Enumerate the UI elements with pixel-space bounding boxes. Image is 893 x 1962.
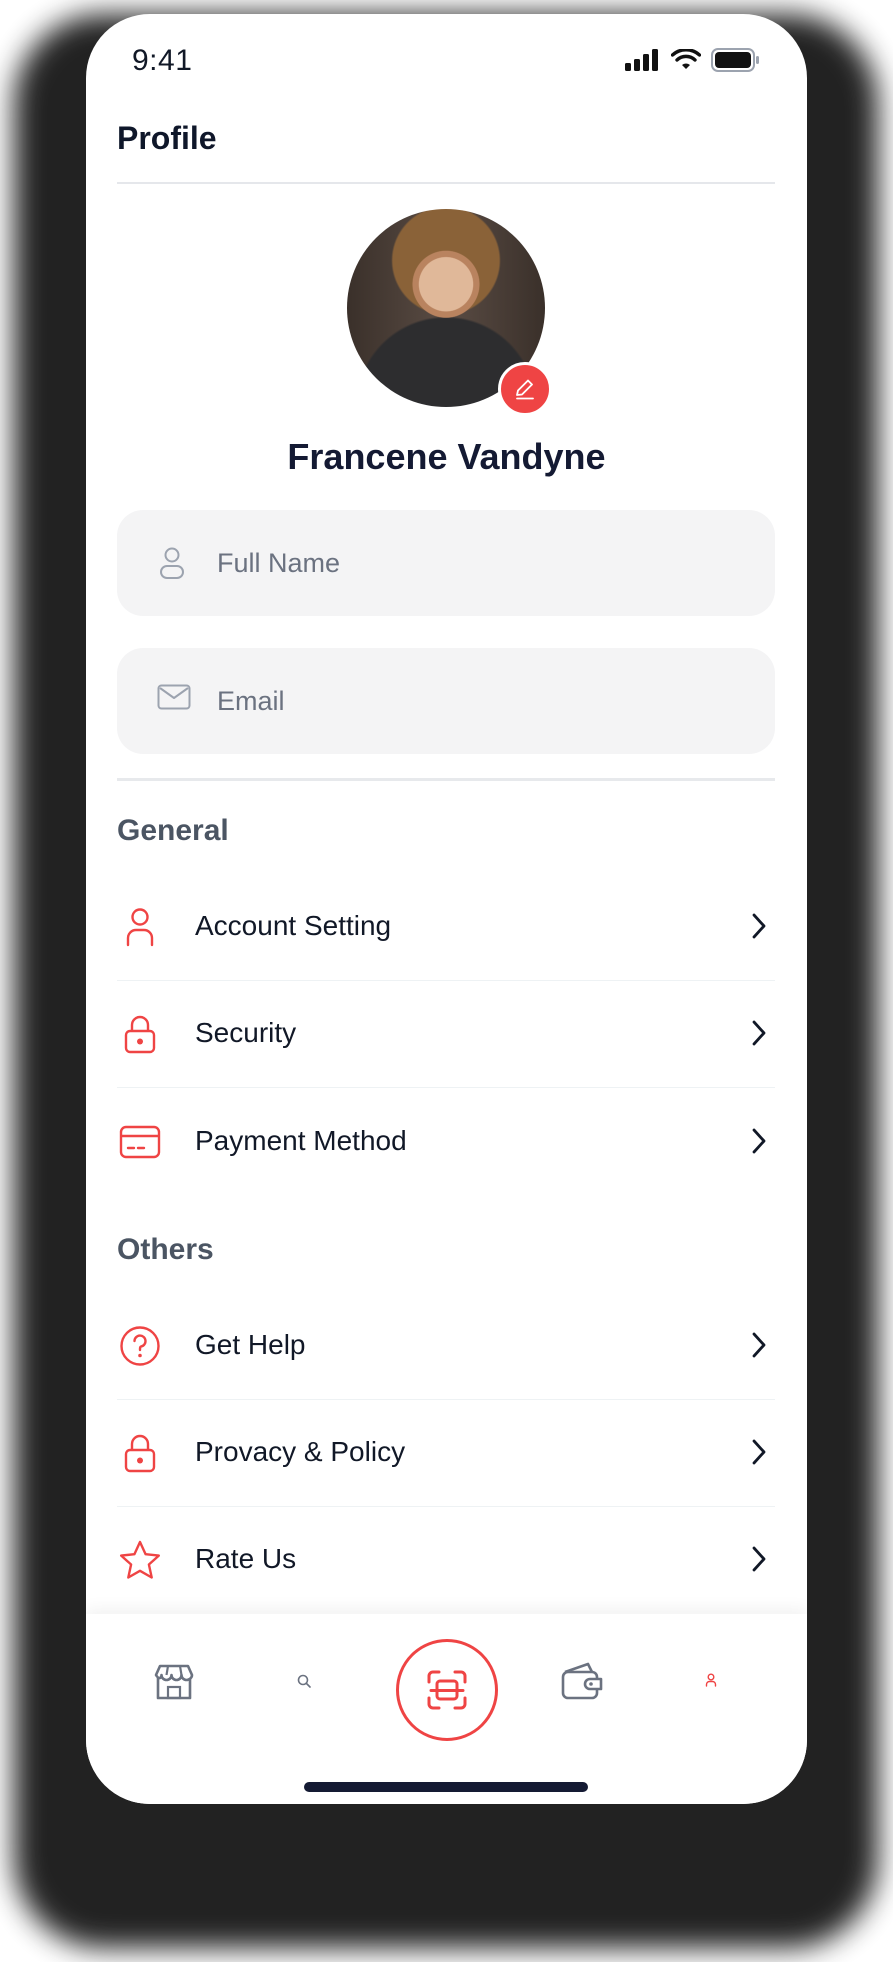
chevron-right-icon: [752, 1020, 766, 1046]
chevron-right-icon: [752, 1546, 766, 1572]
mail-icon: [157, 684, 191, 710]
status-bar: 9:41: [86, 14, 807, 114]
chevron-right-icon: [752, 913, 766, 939]
form-divider: [117, 778, 775, 781]
page-title: Profile: [117, 120, 217, 156]
status-icons: [625, 48, 761, 72]
menu-item-payment-method[interactable]: Payment Method: [117, 1089, 775, 1195]
scan-icon: [427, 1670, 467, 1710]
menu-item-label: Get Help: [195, 1329, 306, 1360]
menu-item-label: Provacy & Policy: [195, 1436, 406, 1467]
pencil-icon: [516, 379, 534, 400]
phone-screen: 9:41 Profile Francene Vandyne Full Name …: [86, 14, 807, 1804]
full-name-placeholder: Full Name: [217, 548, 341, 578]
section-others-title: Others: [117, 1233, 214, 1266]
menu-item-label: Security: [195, 1017, 297, 1048]
user-icon: [126, 908, 154, 947]
user-icon: [160, 547, 184, 579]
signal-icon: [625, 49, 658, 71]
star-icon: [120, 1540, 160, 1579]
section-general-title: General: [117, 814, 229, 847]
wifi-icon: [671, 49, 701, 69]
profile-name: Francene Vandyne: [287, 436, 606, 477]
home-indicator: [304, 1782, 588, 1792]
email-field[interactable]: Email: [117, 648, 775, 754]
help-circle-icon: [120, 1326, 160, 1366]
menu-item-label: Rate Us: [195, 1543, 297, 1574]
bottom-tab-bar: [86, 1614, 807, 1804]
menu-item-security[interactable]: Security: [117, 981, 775, 1087]
menu-item-label: Account Setting: [195, 910, 392, 941]
tab-profile[interactable]: [701, 1670, 721, 1690]
scan-button[interactable]: [396, 1639, 498, 1741]
header-divider: [117, 182, 775, 184]
menu-item-get-help[interactable]: Get Help: [117, 1293, 775, 1399]
menu-item-label: Payment Method: [195, 1125, 407, 1156]
chevron-right-icon: [752, 1439, 766, 1465]
status-time: 9:41: [132, 44, 193, 77]
wallet-icon: [561, 1662, 603, 1700]
lock-icon: [124, 1434, 156, 1473]
chevron-right-icon: [752, 1332, 766, 1358]
full-name-field[interactable]: Full Name: [117, 510, 775, 616]
tab-store[interactable]: [152, 1660, 196, 1704]
credit-card-icon: [119, 1125, 161, 1159]
menu-item-account-setting[interactable]: Account Setting: [117, 874, 775, 980]
menu-item-privacy-policy[interactable]: Provacy & Policy: [117, 1400, 775, 1506]
lock-icon: [124, 1015, 156, 1054]
tab-wallet[interactable]: [559, 1659, 605, 1703]
store-icon: [154, 1664, 194, 1700]
tab-search[interactable]: [294, 1671, 314, 1691]
email-placeholder: Email: [217, 686, 285, 716]
chevron-right-icon: [752, 1128, 766, 1154]
search-icon: [297, 1674, 311, 1688]
menu-item-rate-us[interactable]: Rate Us: [117, 1507, 775, 1613]
row-divider: [117, 1087, 775, 1088]
edit-avatar-button[interactable]: [498, 362, 552, 416]
profile-icon: [705, 1673, 717, 1687]
battery-icon: [711, 48, 759, 72]
